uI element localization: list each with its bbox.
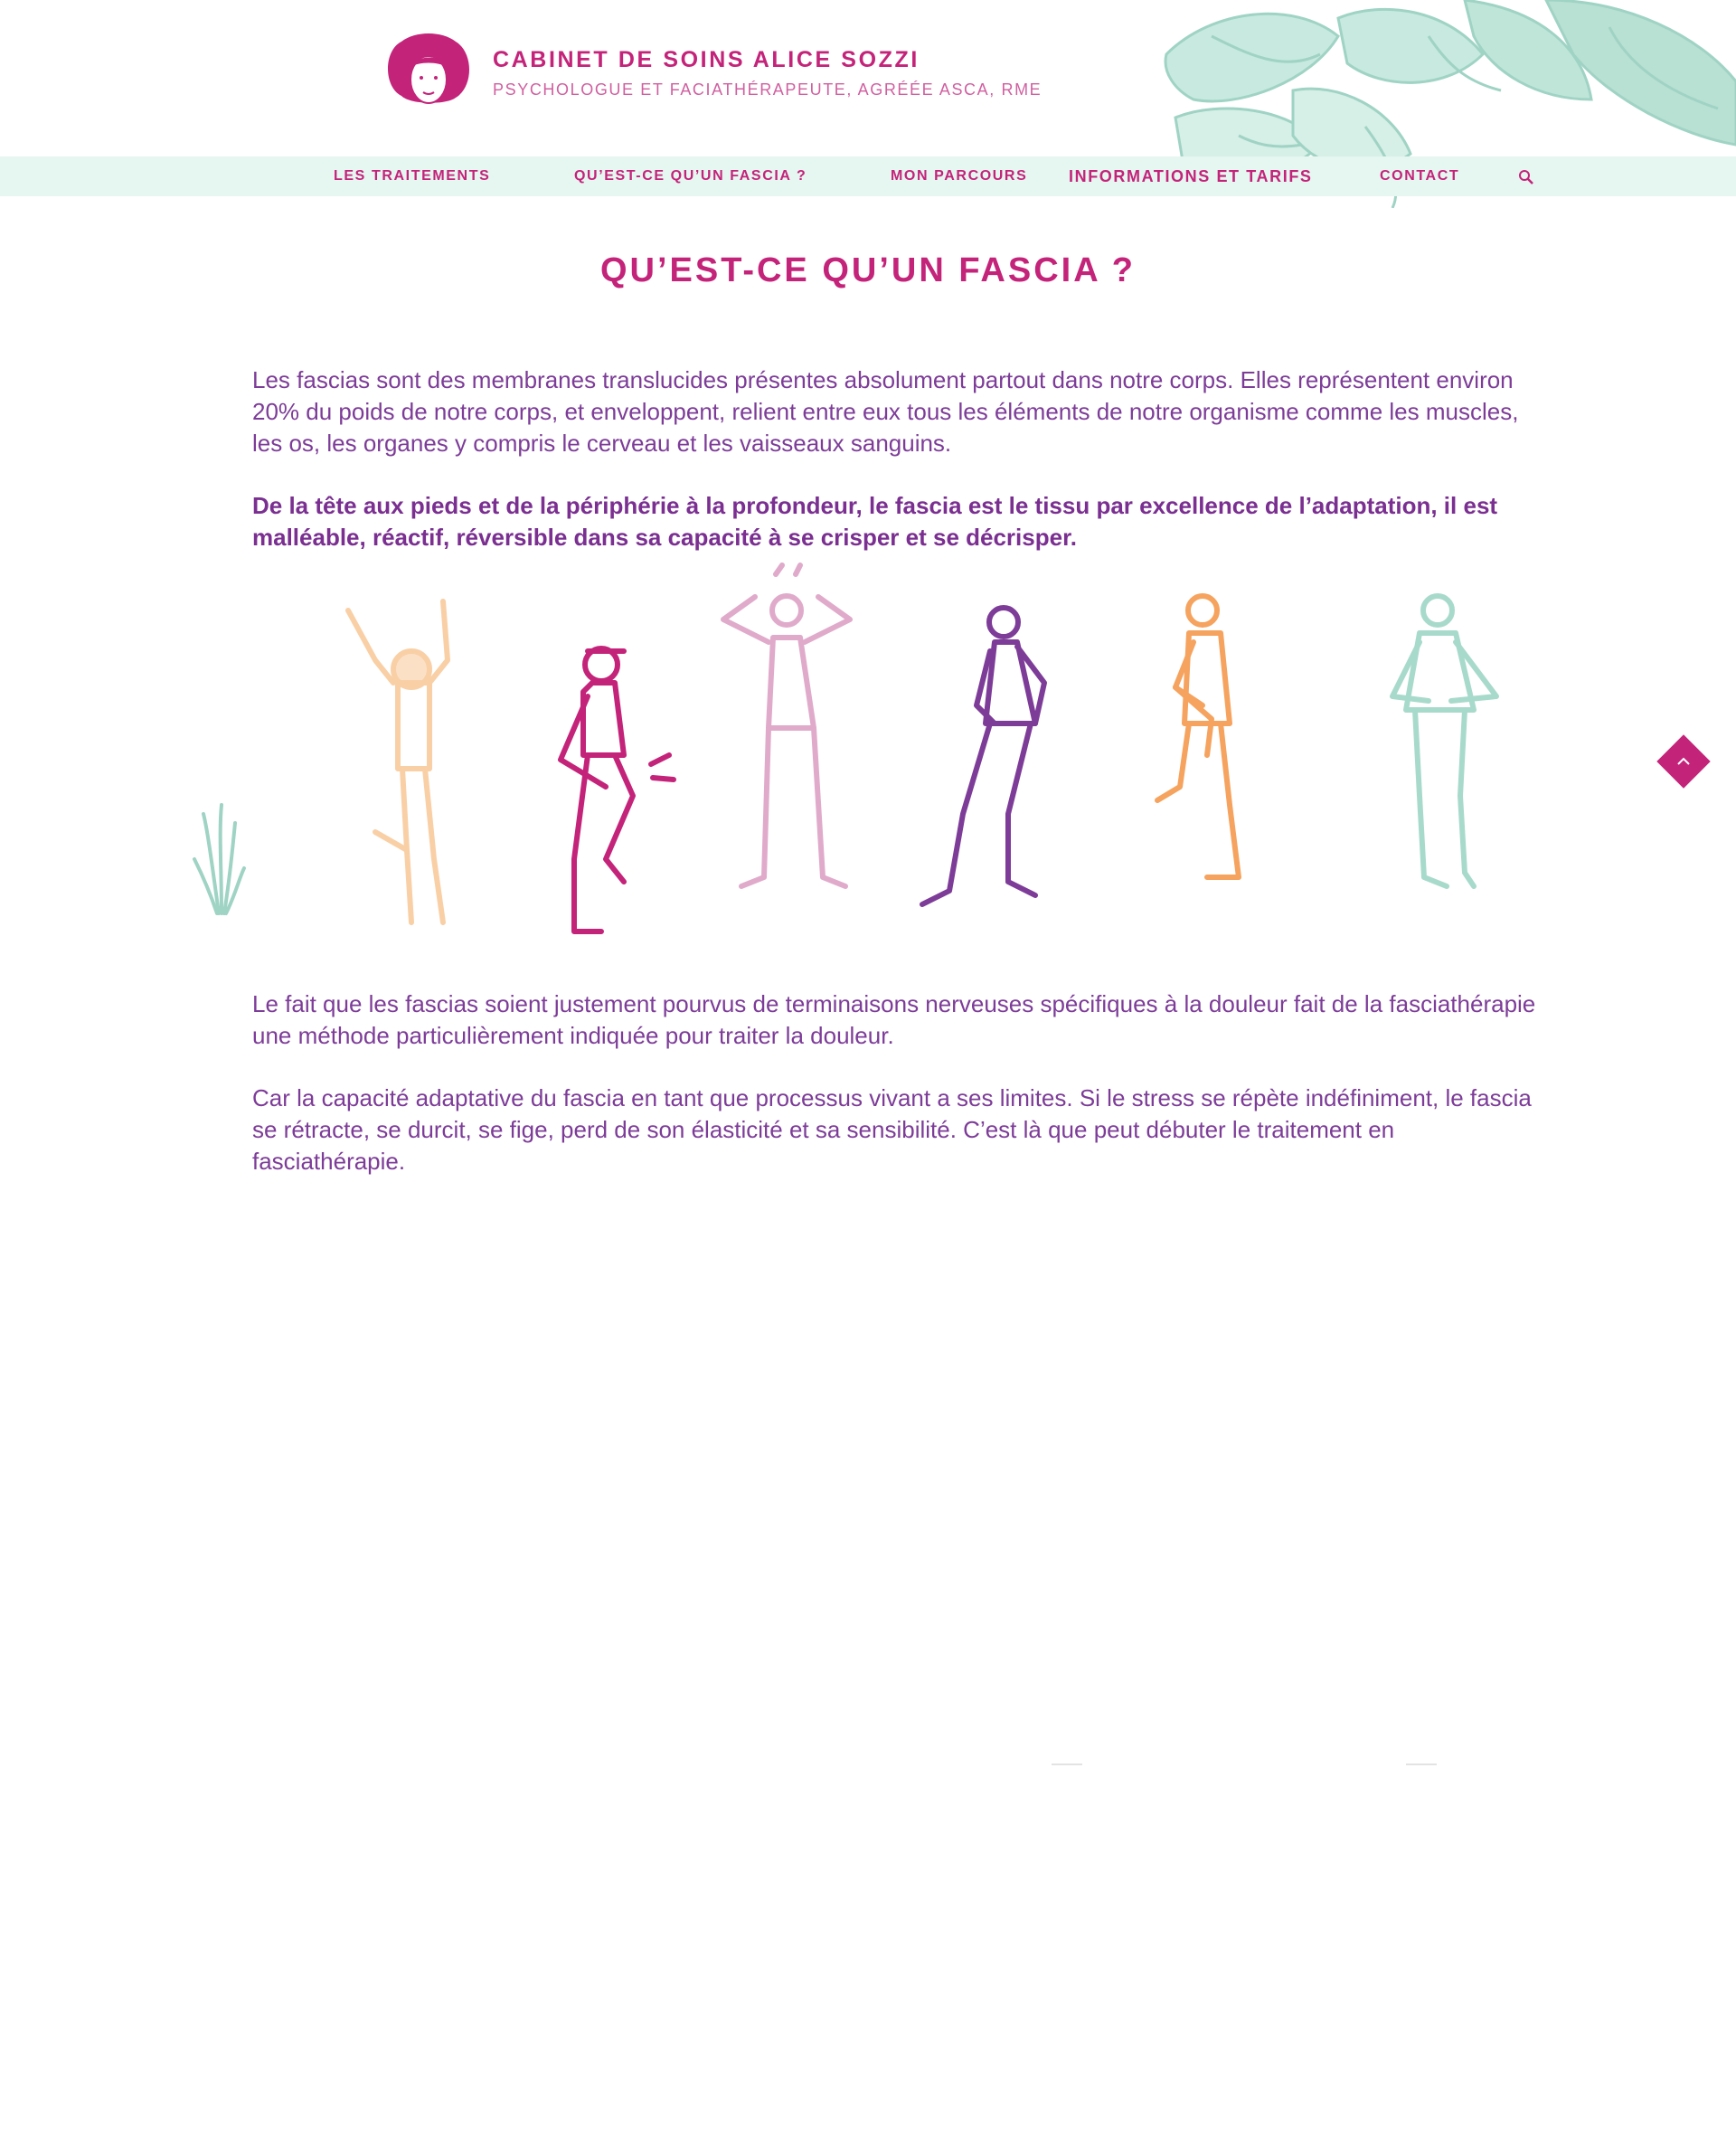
highlight-paragraph: De la tête aux pieds et de la périphérie… — [252, 492, 1498, 551]
site-title[interactable]: CABINET DE SOINS ALICE SOZZI — [493, 47, 920, 73]
logo-face-icon[interactable] — [383, 33, 474, 116]
magenta-figure-knee-pain — [558, 646, 676, 934]
site-header: CABINET DE SOINS ALICE SOZZI PSYCHOLOGUE… — [0, 0, 1736, 156]
figures-illustration — [193, 563, 1499, 934]
stress-paragraph: Car la capacité adaptative du fascia en … — [252, 1084, 1532, 1175]
page-title: QU’EST-CE QU’UN FASCIA ? — [599, 251, 1137, 289]
divider — [1406, 1763, 1437, 1765]
nav-item-traitements[interactable]: LES TRAITEMENTS — [334, 156, 490, 196]
mint-figure-stomach-pain — [1390, 593, 1499, 889]
search-icon[interactable] — [1517, 168, 1535, 186]
intro-paragraph: Les fascias sont des membranes transluci… — [252, 366, 1519, 457]
divider — [1052, 1763, 1082, 1765]
site-subtitle: PSYCHOLOGUE ET FACIATHÉRAPEUTE, AGRÉÉE A… — [493, 80, 1043, 99]
nav-item-informations-tarifs[interactable]: INFORMATIONS ET TARIFS — [1069, 156, 1313, 196]
pain-paragraph: Le fait que les fascias soient justement… — [252, 990, 1536, 1049]
back-to-top-button[interactable] — [1656, 733, 1712, 790]
nav-item-parcours[interactable]: MON PARCOURS — [891, 156, 1027, 196]
main-nav: LES TRAITEMENTS QU’EST-CE QU’UN FASCIA ?… — [0, 156, 1736, 196]
nav-item-contact[interactable]: CONTACT — [1380, 156, 1459, 196]
pink-figure-hands-on-head — [721, 563, 853, 889]
purple-figure-back-pain — [920, 605, 1047, 907]
grass-icon — [193, 803, 246, 915]
peach-figure-arms-up — [345, 599, 450, 925]
orange-figure-holding-knee — [1155, 593, 1241, 880]
nav-item-fascia[interactable]: QU’EST-CE QU’UN FASCIA ? — [574, 156, 807, 196]
